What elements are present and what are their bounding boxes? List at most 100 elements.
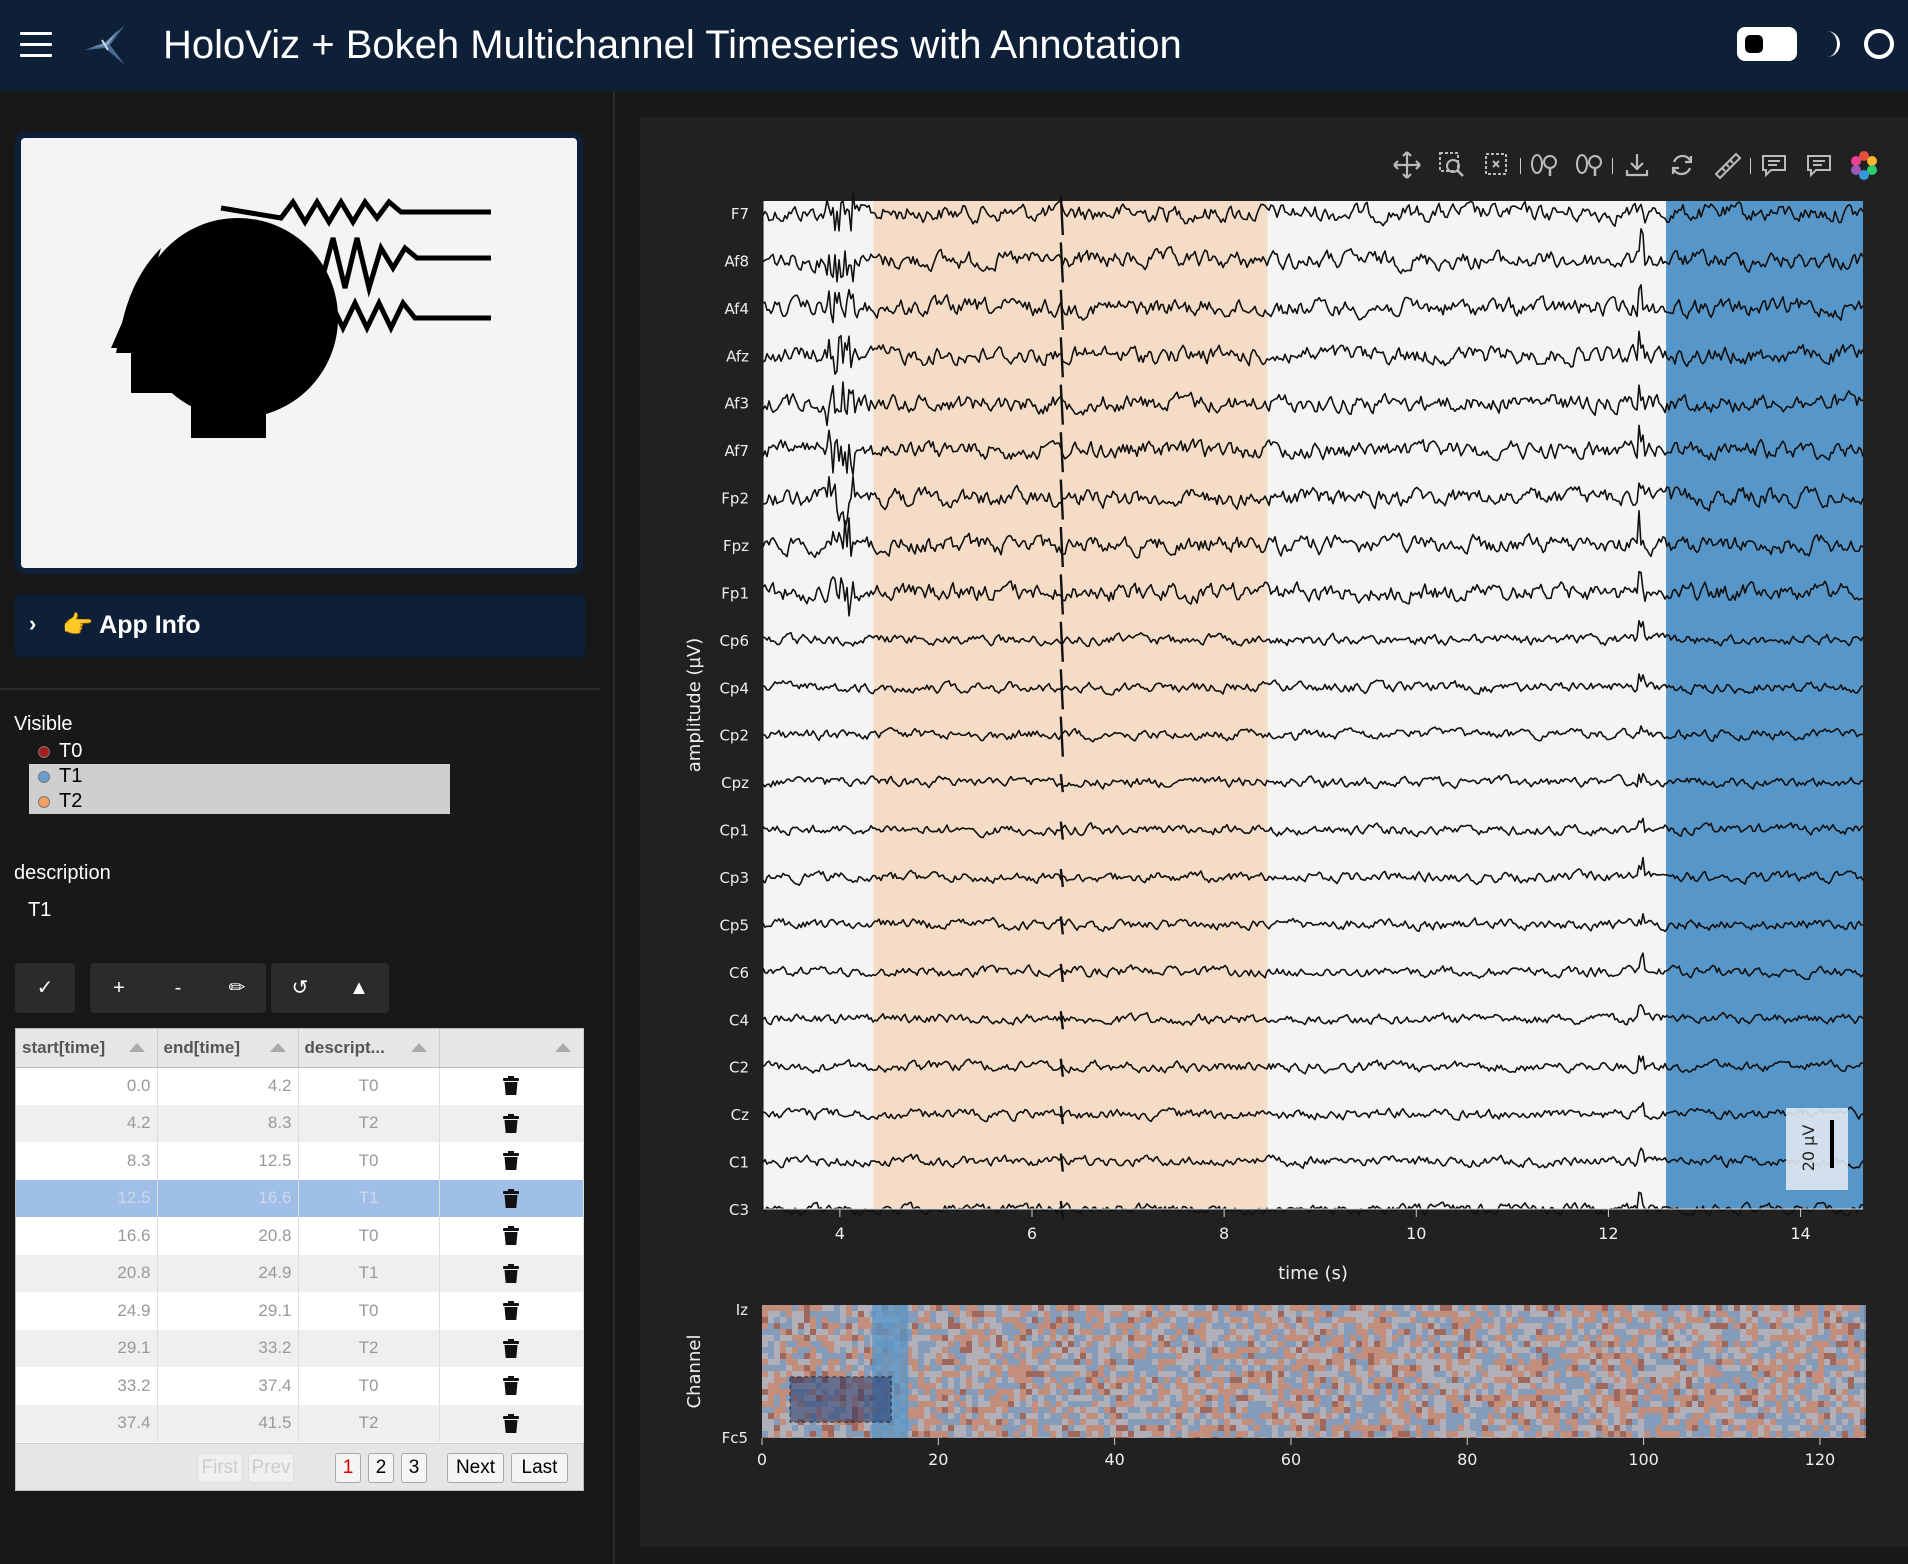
- table-cell[interactable]: T1: [298, 1254, 440, 1292]
- box-zoom-icon[interactable]: [1435, 148, 1469, 182]
- table-cell[interactable]: 12.5: [157, 1142, 299, 1180]
- trash-icon[interactable]: [503, 1151, 519, 1171]
- trash-icon[interactable]: [503, 1376, 519, 1396]
- pan-icon[interactable]: [1390, 148, 1424, 182]
- y-wheel-zoom-icon[interactable]: [1572, 148, 1606, 182]
- visible-option-t2[interactable]: T2: [29, 789, 450, 814]
- table-cell[interactable]: [439, 1104, 584, 1142]
- add-annotation-button[interactable]: +: [90, 963, 148, 1013]
- app-info-toggle[interactable]: › 👉 App Info: [15, 595, 585, 657]
- pager-first-button[interactable]: First: [197, 1453, 243, 1483]
- bokeh-logo-icon[interactable]: [1847, 148, 1881, 182]
- pager-page-1-button[interactable]: 1: [335, 1453, 361, 1483]
- trash-icon[interactable]: [503, 1113, 519, 1134]
- remove-annotation-button[interactable]: -: [148, 963, 208, 1013]
- table-row[interactable]: 8.3 12.5 T0: [16, 1142, 584, 1180]
- hamburger-menu-icon[interactable]: [20, 32, 52, 58]
- moon-icon[interactable]: [1813, 27, 1847, 61]
- table-cell[interactable]: T1: [298, 1179, 440, 1217]
- table-row[interactable]: 29.1 33.2 T2: [16, 1329, 584, 1367]
- table-cell[interactable]: 41.5: [157, 1404, 299, 1442]
- ruler-icon[interactable]: [1710, 148, 1744, 182]
- table-cell[interactable]: [439, 1292, 584, 1330]
- table-cell[interactable]: 16.6: [157, 1179, 299, 1217]
- table-cell[interactable]: 24.9: [16, 1292, 158, 1330]
- theme-toggle[interactable]: [1737, 27, 1797, 61]
- hover-icon[interactable]: [1757, 148, 1791, 182]
- table-cell[interactable]: 24.9: [157, 1254, 299, 1292]
- table-cell[interactable]: [439, 1067, 584, 1105]
- move-up-button[interactable]: ▲: [329, 963, 389, 1013]
- table-cell[interactable]: 4.2: [16, 1104, 158, 1142]
- eeg-plot[interactable]: F7 Af8 Af4 Afz Af3 Af7 Fp2 Fpz Fp1 Cp6 Cp4 Cp2 Cpz Cp…: [640, 190, 1890, 1470]
- visible-multiselect[interactable]: T0 T1 T2: [29, 739, 450, 814]
- table-cell[interactable]: 37.4: [16, 1404, 158, 1442]
- trash-icon[interactable]: [503, 1338, 519, 1359]
- col-header-description[interactable]: descript...: [298, 1029, 440, 1068]
- table-row[interactable]: 24.9 29.1 T0: [16, 1292, 584, 1330]
- annotation-region-t1[interactable]: [1666, 201, 1863, 1209]
- table-cell[interactable]: T0: [298, 1067, 440, 1105]
- edit-annotation-button[interactable]: ✏: [208, 963, 266, 1013]
- table-cell[interactable]: 37.4: [157, 1367, 299, 1405]
- table-cell[interactable]: T0: [298, 1367, 440, 1405]
- table-cell[interactable]: 0.0: [16, 1067, 158, 1105]
- col-header-end[interactable]: end[time]: [157, 1029, 299, 1068]
- save-icon[interactable]: [1620, 148, 1654, 182]
- table-cell[interactable]: T2: [298, 1104, 440, 1142]
- table-cell[interactable]: 20.8: [16, 1254, 158, 1292]
- table-cell[interactable]: T0: [298, 1217, 440, 1255]
- x-wheel-zoom-icon[interactable]: [1527, 148, 1561, 182]
- pager-page-3-button[interactable]: 3: [401, 1453, 427, 1483]
- trash-icon[interactable]: [503, 1076, 519, 1096]
- trash-icon[interactable]: [503, 1263, 519, 1284]
- pager-last-button[interactable]: Last: [511, 1453, 568, 1483]
- table-cell[interactable]: [439, 1179, 584, 1217]
- undo-button[interactable]: ↺: [271, 963, 329, 1013]
- reset-icon[interactable]: [1665, 148, 1699, 182]
- box-select-icon[interactable]: [1480, 148, 1514, 182]
- table-cell[interactable]: 29.1: [157, 1292, 299, 1330]
- table-cell[interactable]: T2: [298, 1329, 440, 1367]
- table-row[interactable]: 20.8 24.9 T1: [16, 1254, 584, 1292]
- visible-option-t1[interactable]: T1: [29, 764, 450, 789]
- table-row[interactable]: 37.4 41.5 T2: [16, 1404, 584, 1442]
- table-cell[interactable]: 33.2: [157, 1329, 299, 1367]
- table-cell[interactable]: [439, 1329, 584, 1367]
- description-input[interactable]: [14, 891, 584, 929]
- hover-icon-2[interactable]: [1802, 148, 1836, 182]
- visible-option-t0[interactable]: T0: [29, 739, 450, 764]
- table-row[interactable]: 4.2 8.3 T2: [16, 1104, 584, 1142]
- trash-icon[interactable]: [503, 1413, 519, 1434]
- pager-prev-button[interactable]: Prev: [248, 1453, 294, 1483]
- table-row[interactable]: 16.6 20.8 T0: [16, 1217, 584, 1255]
- minimap-range-selector[interactable]: [789, 1376, 892, 1423]
- table-cell[interactable]: 29.1: [16, 1329, 158, 1367]
- pager-page-2-button[interactable]: 2: [368, 1453, 394, 1483]
- table-row[interactable]: 0.0 4.2 T0: [16, 1067, 584, 1105]
- table-cell[interactable]: 8.3: [16, 1142, 158, 1180]
- table-cell[interactable]: [439, 1367, 584, 1405]
- table-cell[interactable]: 16.6: [16, 1217, 158, 1255]
- trash-icon[interactable]: [503, 1188, 519, 1209]
- table-cell[interactable]: [439, 1254, 584, 1292]
- table-cell[interactable]: 4.2: [157, 1067, 299, 1105]
- table-cell[interactable]: T0: [298, 1142, 440, 1180]
- col-header-start[interactable]: start[time]: [16, 1029, 158, 1068]
- table-row[interactable]: 33.2 37.4 T0: [16, 1367, 584, 1405]
- table-cell[interactable]: 12.5: [16, 1179, 158, 1217]
- table-cell[interactable]: 8.3: [157, 1104, 299, 1142]
- apply-button[interactable]: ✓: [15, 963, 75, 1013]
- trash-icon[interactable]: [503, 1226, 519, 1246]
- trash-icon[interactable]: [503, 1301, 519, 1321]
- annotation-region-t2[interactable]: [873, 201, 1268, 1209]
- table-cell[interactable]: [439, 1404, 584, 1442]
- table-cell[interactable]: 33.2: [16, 1367, 158, 1405]
- table-cell[interactable]: 20.8: [157, 1217, 299, 1255]
- table-cell[interactable]: [439, 1217, 584, 1255]
- table-cell[interactable]: [439, 1142, 584, 1180]
- table-cell[interactable]: T0: [298, 1292, 440, 1330]
- col-header-actions[interactable]: [439, 1029, 584, 1068]
- pager-next-button[interactable]: Next: [447, 1453, 504, 1483]
- table-cell[interactable]: T2: [298, 1404, 440, 1442]
